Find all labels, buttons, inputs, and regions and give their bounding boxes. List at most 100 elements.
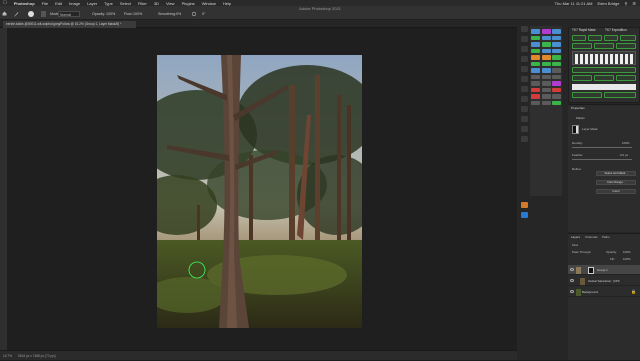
tk-action-button[interactable] [604, 35, 618, 41]
tk-action-button[interactable] [572, 92, 602, 98]
density-slider[interactable] [572, 147, 632, 148]
swatches-icon[interactable] [521, 56, 528, 62]
tk-action-button[interactable] [604, 92, 636, 98]
extension-action-button[interactable] [531, 74, 540, 79]
extension-action-button[interactable] [541, 48, 551, 53]
document-tab[interactable]: eerste-tokke-@00011-wit-snipbot.jpeg/Fol… [3, 21, 136, 28]
extension-action-button[interactable] [541, 74, 551, 79]
blend-mode-select[interactable]: Pass Through [572, 250, 591, 254]
menu-select[interactable]: Select [120, 1, 131, 6]
character-icon[interactable] [521, 96, 528, 102]
visibility-icon[interactable] [570, 268, 574, 271]
layer-row[interactable]: Group 1 [568, 265, 640, 275]
tk-action-button[interactable] [588, 35, 602, 41]
menu-plugins[interactable]: Plugins [182, 1, 195, 6]
extension-action-button[interactable] [541, 55, 551, 60]
menu-3d[interactable]: 3D [154, 1, 159, 6]
density-value[interactable]: 100% [622, 141, 630, 145]
layer-row[interactable]: Background 🔒 [568, 287, 640, 297]
home-icon[interactable] [2, 11, 7, 16]
extension-action-button[interactable] [552, 74, 561, 79]
smoothing-options-icon[interactable] [191, 11, 197, 17]
properties-title[interactable]: Properties [571, 106, 585, 110]
navigator-icon[interactable] [521, 106, 528, 112]
extension-action-button[interactable] [541, 81, 551, 86]
paragraph-icon[interactable] [521, 86, 528, 92]
menubar-user[interactable]: Eden Bridge [597, 1, 619, 6]
tk-action-button[interactable] [572, 43, 592, 49]
luminosity-zone-strip[interactable] [572, 51, 636, 65]
tk-panel-tab[interactable]: TK7 Expedition [605, 28, 627, 33]
menu-type[interactable]: Type [104, 1, 113, 6]
brush-tool-icon[interactable] [13, 11, 19, 17]
extension-action-button[interactable] [541, 100, 551, 105]
extension-action-button[interactable] [531, 29, 540, 34]
layer-opacity-value[interactable]: 100% [623, 250, 631, 254]
history-icon[interactable] [521, 26, 528, 32]
extension-action-button[interactable] [531, 100, 540, 105]
select-and-mask-button[interactable]: Select and Mask... [596, 171, 636, 176]
extension-action-button[interactable] [541, 87, 551, 92]
layer-mask-thumbnail[interactable] [572, 125, 579, 134]
opacity-value[interactable]: 100% [106, 11, 115, 17]
extension-action-button[interactable] [541, 61, 551, 66]
extension-action-button[interactable] [541, 68, 551, 73]
tk-white-bar[interactable] [572, 84, 636, 90]
menu-view[interactable]: View [166, 1, 175, 6]
extension-action-button[interactable] [552, 48, 561, 53]
menu-app-name[interactable]: Photoshop [14, 1, 35, 6]
libraries-icon[interactable] [521, 76, 528, 82]
extension-action-button[interactable] [552, 87, 561, 92]
tk-action-button[interactable] [572, 35, 586, 41]
extension-action-button[interactable] [531, 68, 540, 73]
tk-action-button[interactable] [572, 75, 592, 81]
menu-window[interactable]: Window [202, 1, 216, 6]
extension-action-button[interactable] [531, 81, 540, 86]
tk-action-button[interactable] [616, 75, 636, 81]
plugins-icon[interactable] [521, 136, 528, 142]
menu-edit[interactable]: Edit [55, 1, 62, 6]
extension-action-button[interactable] [552, 94, 561, 99]
extension-action-button[interactable] [552, 68, 561, 73]
angle-value[interactable]: 0° [202, 11, 205, 17]
extension-action-button[interactable] [531, 61, 540, 66]
tab-paths[interactable]: Paths [602, 235, 610, 239]
glyphs-icon[interactable] [521, 126, 528, 132]
tk-panel-title[interactable]: TK7 Rapid Mask [572, 28, 596, 33]
layer-row[interactable]: Global Saturation: (CPF [568, 276, 640, 286]
menu-image[interactable]: Image [69, 1, 80, 6]
menu-help[interactable]: Help [223, 1, 231, 6]
extension-action-button[interactable] [552, 35, 561, 40]
menu-file[interactable]: File [42, 1, 48, 6]
search-icon[interactable]: ⚲ [624, 1, 627, 6]
extension-action-button[interactable] [552, 29, 561, 34]
extension-action-button[interactable] [541, 94, 551, 99]
extension-icon[interactable] [521, 202, 528, 208]
visibility-icon[interactable] [570, 290, 574, 293]
menu-layer[interactable]: Layer [87, 1, 97, 6]
extension-action-button[interactable] [552, 55, 561, 60]
extension-action-button[interactable] [552, 61, 561, 66]
tk-action-button[interactable] [572, 67, 636, 73]
extension-action-button[interactable] [552, 100, 561, 105]
flow-value[interactable]: 100% [133, 11, 142, 17]
invert-button[interactable]: Invert [596, 189, 636, 194]
smoothing-value[interactable]: 0% [176, 11, 181, 17]
extension-action-button[interactable] [552, 42, 561, 47]
tab-layers[interactable]: Layers [571, 235, 580, 239]
feather-slider[interactable] [572, 159, 632, 160]
adjustments-icon[interactable] [521, 66, 528, 72]
menu-filter[interactable]: Filter [138, 1, 147, 6]
visibility-icon[interactable] [570, 279, 574, 282]
extension-icon[interactable] [521, 212, 528, 218]
color-range-button[interactable]: Color Range... [596, 180, 636, 185]
extension-action-button[interactable] [552, 81, 561, 86]
extension-action-button[interactable] [531, 48, 540, 53]
extension-action-button[interactable] [531, 94, 540, 99]
extension-action-button[interactable] [531, 87, 540, 92]
fill-value[interactable]: 100% [623, 257, 631, 261]
mode-select[interactable]: Normal [58, 11, 80, 17]
tab-channels[interactable]: Channels [585, 235, 598, 239]
extension-action-button[interactable] [531, 35, 540, 40]
brush-preset-picker[interactable] [28, 11, 34, 17]
